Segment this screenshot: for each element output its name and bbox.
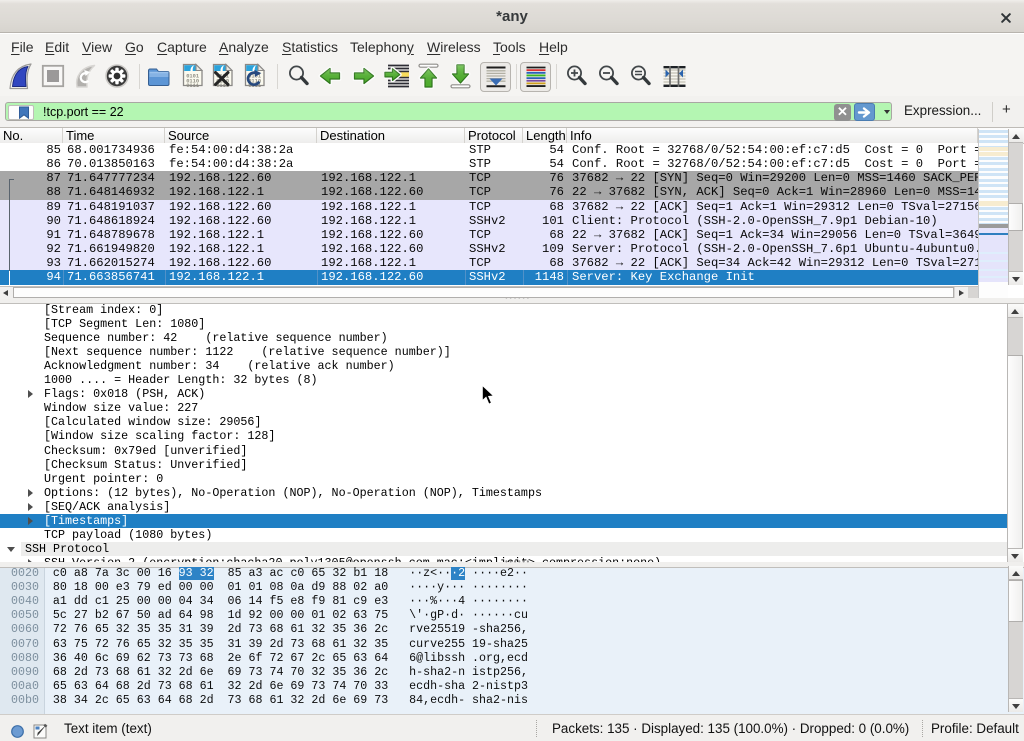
svg-text:0111: 0111 (186, 83, 199, 88)
